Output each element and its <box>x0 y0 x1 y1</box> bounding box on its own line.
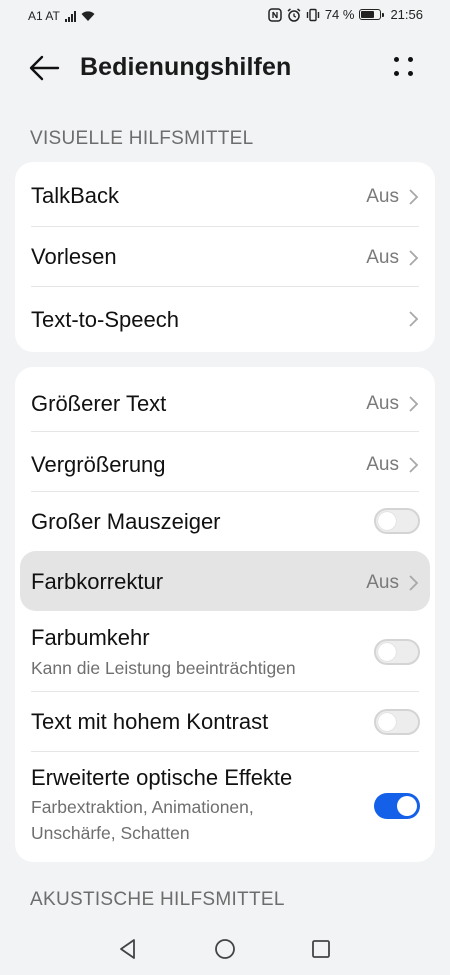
setting-vorlesen[interactable]: Vorlesen Aus <box>15 226 435 286</box>
section-title-acoustic: AKUSTISCHE HILFSMITTEL <box>30 889 285 910</box>
setting-label: Text mit hohem Kontrast <box>31 709 269 734</box>
carrier-label: A1 AT <box>28 9 60 23</box>
display-settings-card: Größerer Text Aus Vergrößerung Aus Große… <box>15 367 435 862</box>
back-arrow-icon[interactable] <box>28 54 60 82</box>
setting-value: Aus <box>366 454 399 475</box>
setting-value: Aus <box>366 572 399 593</box>
setting-label: Vorlesen <box>31 244 117 269</box>
extended-visual-effects-toggle[interactable] <box>374 793 420 819</box>
chevron-right-icon <box>409 575 419 591</box>
setting-larger-text[interactable]: Größerer Text Aus <box>15 367 435 431</box>
status-bar: A1 AT 74 % 21:56 <box>0 0 450 32</box>
signal-icon <box>64 10 76 22</box>
chevron-right-icon <box>409 311 419 327</box>
setting-label: Großer Mauszeiger <box>31 509 221 534</box>
visual-aids-card: TalkBack Aus Vorlesen Aus Text-to-Speech <box>15 162 435 352</box>
page-title: Bedienungshilfen <box>80 53 292 81</box>
setting-label: Größerer Text <box>31 391 167 416</box>
chevron-right-icon <box>409 396 419 412</box>
app-bar: Bedienungshilfen <box>0 42 450 94</box>
setting-label: Farbumkehr <box>31 625 150 650</box>
nav-recents-icon[interactable] <box>310 938 332 960</box>
setting-large-mouse-pointer[interactable]: Großer Mauszeiger <box>15 491 435 551</box>
setting-text-to-speech[interactable]: Text-to-Speech <box>15 286 435 352</box>
battery-icon <box>359 9 385 20</box>
setting-high-contrast-text[interactable]: Text mit hohem Kontrast <box>15 691 435 751</box>
setting-label: Farbkorrektur <box>31 569 164 594</box>
system-navigation-bar <box>0 922 450 975</box>
nav-home-icon[interactable] <box>214 938 236 960</box>
chevron-right-icon <box>409 189 419 205</box>
setting-magnification[interactable]: Vergrößerung Aus <box>15 431 435 491</box>
setting-value: Aus <box>366 247 399 268</box>
setting-color-inversion[interactable]: Farbumkehr Kann die Leistung beeinträcht… <box>15 611 435 691</box>
setting-color-correction[interactable]: Farbkorrektur Aus <box>15 551 435 611</box>
chevron-right-icon <box>409 250 419 266</box>
setting-subtitle: Kann die Leistung beeinträchtigen <box>31 658 296 678</box>
setting-subtitle: Unschärfe, Schatten <box>31 823 190 843</box>
nav-back-icon[interactable] <box>117 938 139 960</box>
setting-label: Erweiterte optische Effekte <box>31 765 293 790</box>
battery-percentage: 74 % <box>324 7 355 22</box>
more-options-icon[interactable] <box>392 54 418 80</box>
alarm-icon <box>287 7 301 22</box>
setting-label: Vergrößerung <box>31 452 166 477</box>
nfc-icon <box>268 7 282 22</box>
chevron-right-icon <box>409 457 419 473</box>
clock: 21:56 <box>390 7 423 22</box>
setting-value: Aus <box>366 393 399 414</box>
setting-extended-visual-effects[interactable]: Erweiterte optische Effekte Farbextrakti… <box>15 751 435 862</box>
section-title-visual: VISUELLE HILFSMITTEL <box>30 128 254 149</box>
setting-value: Aus <box>366 186 399 207</box>
setting-label: TalkBack <box>31 183 120 208</box>
vibrate-icon <box>306 8 320 21</box>
setting-label: Text-to-Speech <box>31 307 179 332</box>
high-contrast-text-toggle[interactable] <box>374 709 420 735</box>
large-mouse-pointer-toggle[interactable] <box>374 508 420 534</box>
setting-talkback[interactable]: TalkBack Aus <box>15 162 435 226</box>
wifi-icon <box>81 11 95 21</box>
setting-subtitle: Farbextraktion, Animationen, <box>31 797 254 817</box>
color-inversion-toggle[interactable] <box>374 639 420 665</box>
